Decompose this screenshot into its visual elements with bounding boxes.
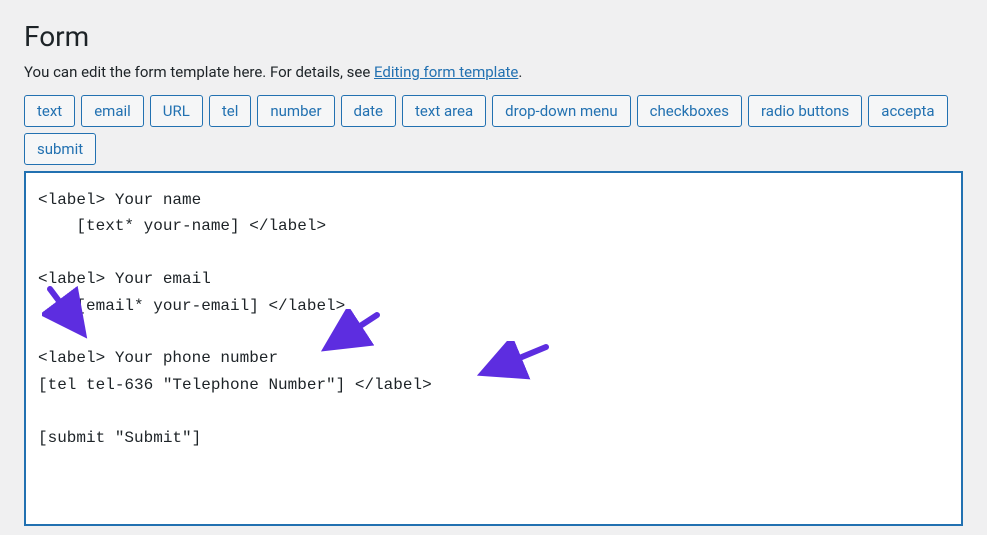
tag-text-button[interactable]: text	[24, 95, 75, 127]
tag-tel-button[interactable]: tel	[209, 95, 252, 127]
editor-wrapper	[24, 171, 963, 530]
section-description: You can edit the form template here. For…	[24, 63, 963, 81]
description-suffix: .	[518, 63, 522, 81]
tag-acceptance-button[interactable]: accepta	[868, 95, 947, 127]
tag-buttons-row-2: submit	[24, 133, 963, 165]
tag-date-button[interactable]: date	[341, 95, 396, 127]
section-heading: Form	[24, 20, 963, 53]
description-prefix: You can edit the form template here. For…	[24, 63, 374, 81]
editing-template-link[interactable]: Editing form template	[374, 63, 518, 81]
tag-url-button[interactable]: URL	[150, 95, 203, 127]
tag-checkboxes-button[interactable]: checkboxes	[637, 95, 742, 127]
tag-number-button[interactable]: number	[257, 95, 334, 127]
tag-radio-button[interactable]: radio buttons	[748, 95, 862, 127]
tag-submit-button[interactable]: submit	[24, 133, 96, 165]
tag-textarea-button[interactable]: text area	[402, 95, 486, 127]
tag-buttons-row-1: text email URL tel number date text area…	[24, 95, 963, 127]
tag-dropdown-button[interactable]: drop-down menu	[492, 95, 630, 127]
form-template-editor[interactable]	[24, 171, 963, 526]
tag-email-button[interactable]: email	[81, 95, 144, 127]
